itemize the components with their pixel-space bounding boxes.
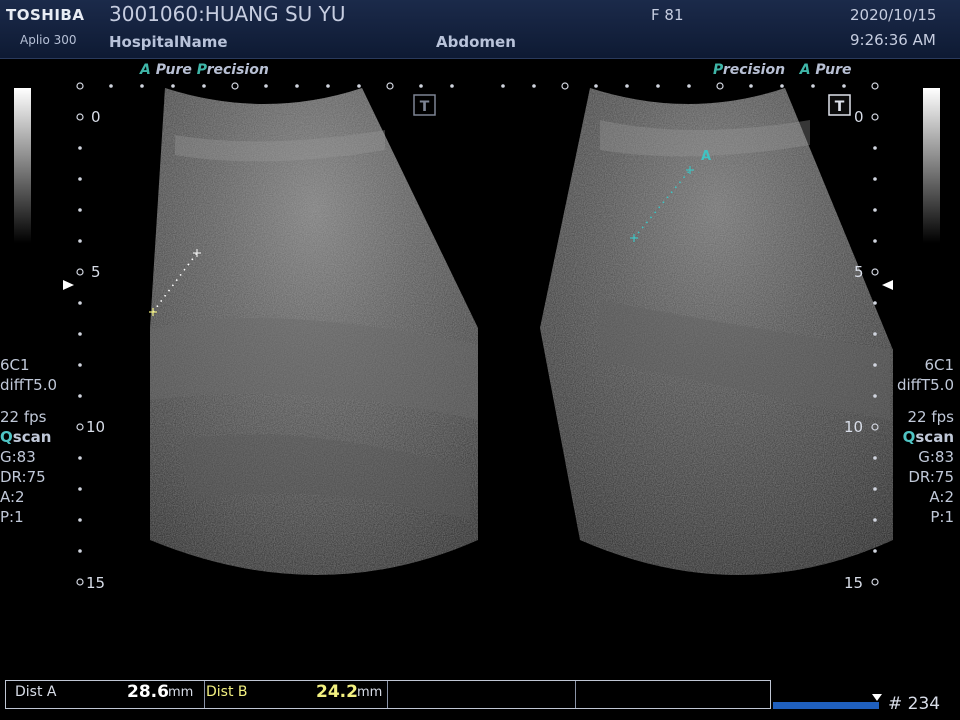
imaging-params-left: 6C1 diffT5.0 22 fps Qscan G:83 DR:75 A:2…	[0, 355, 57, 527]
depth-label-0-right: 0	[854, 108, 864, 126]
p-param-label: P:1	[0, 508, 24, 526]
focus-marker-left[interactable]	[63, 280, 74, 290]
left-scan-sector	[150, 88, 478, 575]
depth-scale-left	[76, 113, 84, 586]
model-name: Aplio 300	[20, 33, 77, 47]
exam-time: 9:26:36 AM	[850, 31, 936, 49]
imaging-params-right: 6C1 diffT5.0 22 fps Qscan G:83 DR:75 A:2…	[897, 355, 954, 527]
qscan-label: Qscan	[0, 428, 52, 446]
probe-label: 6C1	[924, 356, 954, 374]
patient-id-name: 3001060:HUANG SU YU	[109, 2, 346, 26]
exam-type: Abdomen	[436, 33, 516, 51]
top-scale-right	[501, 82, 879, 90]
cine-progress-bar[interactable]	[773, 702, 879, 709]
gain-label: G:83	[918, 448, 954, 466]
measurement-results-bar: Dist A 28.6 mm Dist B 24.2 mm	[5, 680, 771, 709]
ultrasound-image-area[interactable]: T T A	[0, 58, 960, 680]
top-scale-left	[76, 82, 454, 90]
mode-label: diffT5.0	[896, 376, 954, 394]
gain-label: G:83	[0, 448, 36, 466]
depth-label-5-right: 5	[854, 263, 864, 281]
brand-logo: TOSHIBA	[6, 6, 85, 24]
qscan-label: Qscan	[902, 428, 954, 446]
hospital-name: HospitalName	[109, 33, 228, 51]
depth-label-5-left: 5	[91, 263, 101, 281]
fps-label: 22 fps	[907, 408, 954, 426]
dist-b-value: 24.2	[316, 682, 358, 702]
empty-measure-cell-1	[387, 681, 576, 708]
dist-b-label: Dist B	[206, 684, 248, 700]
p-param-label: P:1	[930, 508, 954, 526]
dynamic-range-label: DR:75	[0, 468, 46, 486]
right-scan-sector	[540, 88, 893, 575]
frame-count: # 234	[888, 694, 941, 714]
a-param-label: A:2	[0, 488, 25, 506]
brand-tag-right: Precision A Pure	[713, 62, 852, 78]
depth-label-0-left: 0	[91, 108, 101, 126]
mode-label: diffT5.0	[0, 376, 58, 394]
svg-text:T: T	[420, 99, 430, 115]
dist-a-value: 28.6	[127, 682, 169, 702]
depth-label-10-left: 10	[86, 418, 106, 436]
exam-date: 2020/10/15	[850, 6, 937, 24]
dynamic-range-label: DR:75	[908, 468, 954, 486]
empty-measure-cell-2	[575, 681, 770, 708]
dist-a-unit: mm	[168, 685, 194, 700]
focus-marker-right[interactable]	[882, 280, 893, 290]
brand-tag-left: A Pure Precision	[140, 62, 269, 78]
fps-label: 22 fps	[0, 408, 47, 426]
depth-label-15-left: 15	[86, 574, 106, 592]
svg-text:T: T	[835, 99, 845, 115]
text-tool-icon-right[interactable]: T	[828, 94, 851, 116]
dist-b-unit: mm	[357, 685, 383, 700]
a-param-label: A:2	[929, 488, 954, 506]
text-tool-icon-left[interactable]: T	[413, 94, 436, 116]
caliper-a-label: A	[701, 149, 711, 164]
frame-tag: F 81	[651, 6, 684, 24]
grayscale-bar-right	[923, 88, 940, 243]
dist-b-cell[interactable]: Dist B 24.2 mm	[204, 681, 388, 708]
depth-label-15-right: 15	[844, 574, 864, 592]
cine-position-marker[interactable]	[872, 694, 882, 701]
depth-label-10-right: 10	[844, 418, 864, 436]
dist-a-label: Dist A	[15, 684, 57, 700]
grayscale-bar-left	[14, 88, 31, 243]
dist-a-cell[interactable]: Dist A 28.6 mm	[6, 681, 205, 708]
header-bar: TOSHIBA Aplio 300 3001060:HUANG SU YU Ho…	[0, 0, 960, 59]
probe-label: 6C1	[0, 356, 30, 374]
